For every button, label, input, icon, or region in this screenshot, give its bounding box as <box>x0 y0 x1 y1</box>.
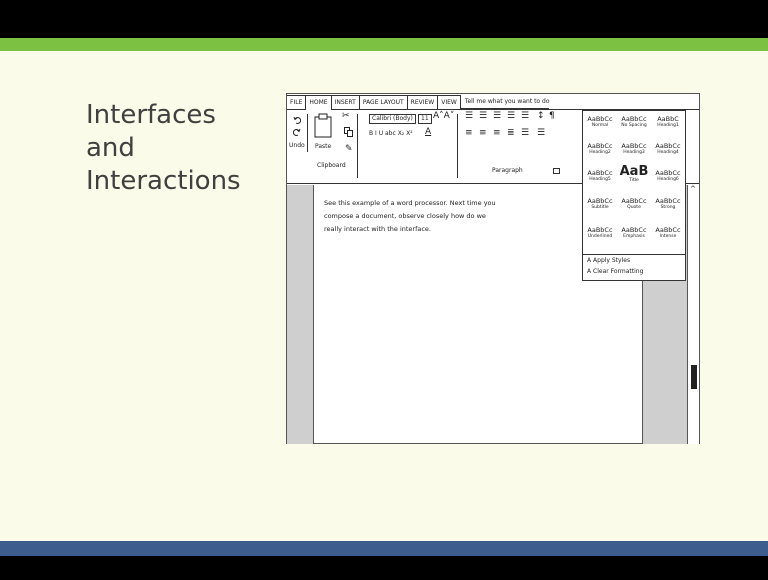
blue-accent-stripe <box>0 541 768 556</box>
sort-icon[interactable]: ↕ <box>537 111 545 121</box>
align-center-icon[interactable]: ≡ <box>479 128 487 138</box>
divider <box>457 114 458 178</box>
divider <box>307 114 308 152</box>
justify-icon[interactable]: ≣ <box>507 128 515 138</box>
style-normal[interactable]: AaBbCc Normal <box>583 115 617 128</box>
style-quote[interactable]: AaBbCc Quote <box>617 197 651 210</box>
style-heading-3[interactable]: AaBbCc Heading3 <box>617 142 651 155</box>
top-black-bar <box>0 0 768 38</box>
align-right-icon[interactable]: ≡ <box>493 128 501 138</box>
tab-insert[interactable]: INSERT <box>331 95 360 110</box>
bottom-black-bar <box>0 556 768 580</box>
style-title[interactable]: AaB Title <box>617 165 651 183</box>
shading-icon[interactable]: ☰ <box>537 128 545 138</box>
copy-icon[interactable] <box>344 127 353 137</box>
numbering-icon[interactable]: ☰ <box>479 111 487 121</box>
show-formatting-icon[interactable]: ¶ <box>549 111 555 121</box>
style-underlined[interactable]: AaBbCc Underlined <box>583 226 617 239</box>
tab-view[interactable]: VIEW <box>438 95 461 110</box>
font-size-select[interactable]: 11 <box>418 114 432 124</box>
style-no-spacing[interactable]: AaBbCc No Spacing <box>617 115 651 128</box>
tab-page-layout[interactable]: PAGE LAYOUT <box>359 95 408 110</box>
align-left-icon[interactable]: ≡ <box>465 128 473 138</box>
document-left-margin <box>287 185 314 444</box>
cut-icon[interactable]: ✂ <box>342 111 350 121</box>
multilevel-list-icon[interactable]: ☰ <box>493 111 501 121</box>
scroll-up-icon[interactable]: ^ <box>690 185 696 193</box>
paste-icon[interactable] <box>313 113 335 139</box>
word-processor-sketch: FILE HOME INSERT PAGE LAYOUT REVIEW VIEW… <box>286 93 700 444</box>
style-heading-2[interactable]: AaBbCc Heading2 <box>583 142 617 155</box>
tell-me-search[interactable]: Tell me what you want to do <box>460 94 550 109</box>
tab-review[interactable]: REVIEW <box>407 95 439 110</box>
increase-indent-icon[interactable]: ☰ <box>521 111 529 121</box>
scroll-thumb[interactable] <box>691 365 697 389</box>
redo-icon[interactable] <box>293 128 301 136</box>
apply-styles-link[interactable]: A Apply Styles <box>587 257 630 264</box>
divider <box>357 114 358 178</box>
clear-formatting-icon: A <box>587 268 592 275</box>
font-name-select[interactable]: Calibri (Body) <box>369 114 416 124</box>
paragraph-dialog-launcher-icon[interactable] <box>553 168 560 174</box>
styles-divider <box>583 254 685 255</box>
line-spacing-icon[interactable]: ☰ <box>521 128 529 138</box>
menu-bar: FILE HOME INSERT PAGE LAYOUT REVIEW VIEW… <box>287 94 699 110</box>
tab-home[interactable]: HOME <box>306 95 332 110</box>
style-heading-5[interactable]: AaBbCc Heading5 <box>583 169 617 182</box>
undo-label: Undo <box>289 142 305 149</box>
style-strong[interactable]: AaBbCc Strong <box>651 197 685 210</box>
decrease-indent-icon[interactable]: ☰ <box>507 111 515 121</box>
apply-styles-icon: A <box>587 257 592 264</box>
style-intense[interactable]: AaBbCc Intense <box>651 226 685 239</box>
clipboard-group-label: Clipboard <box>317 162 346 169</box>
paragraph-group-label: Paragraph <box>492 167 523 174</box>
slide-title: Interfaces and Interactions <box>86 100 241 196</box>
style-heading-1[interactable]: AaBbC Heading1 <box>651 115 685 128</box>
style-heading-6[interactable]: AaBbCc Heading6 <box>651 169 685 182</box>
undo-icon[interactable] <box>293 116 301 124</box>
font-color-button[interactable]: A <box>425 127 431 137</box>
tab-file[interactable]: FILE <box>287 95 307 110</box>
style-emphasis[interactable]: AaBbCc Emphasis <box>617 226 651 239</box>
paste-label[interactable]: Paste <box>315 143 331 150</box>
style-subtitle[interactable]: AaBbCc Subtitle <box>583 197 617 210</box>
document-body-text[interactable]: See this example of a word processor. Ne… <box>324 197 564 236</box>
grow-shrink-font-buttons[interactable]: A˄A˅ <box>433 111 454 121</box>
bullets-icon[interactable]: ☰ <box>465 111 473 121</box>
vertical-scrollbar[interactable]: ^ <box>687 185 699 444</box>
format-buttons-row[interactable]: B I U abc X₂ X² <box>369 130 413 137</box>
clear-formatting-link[interactable]: A Clear Formatting <box>587 268 643 275</box>
styles-gallery: AaBbCc Normal AaBbCc No Spacing AaBbC Headi… <box>582 110 686 281</box>
style-heading-4[interactable]: AaBbCc Heading4 <box>651 142 685 155</box>
green-accent-stripe <box>0 38 768 51</box>
format-painter-icon[interactable]: ✎ <box>345 144 353 154</box>
